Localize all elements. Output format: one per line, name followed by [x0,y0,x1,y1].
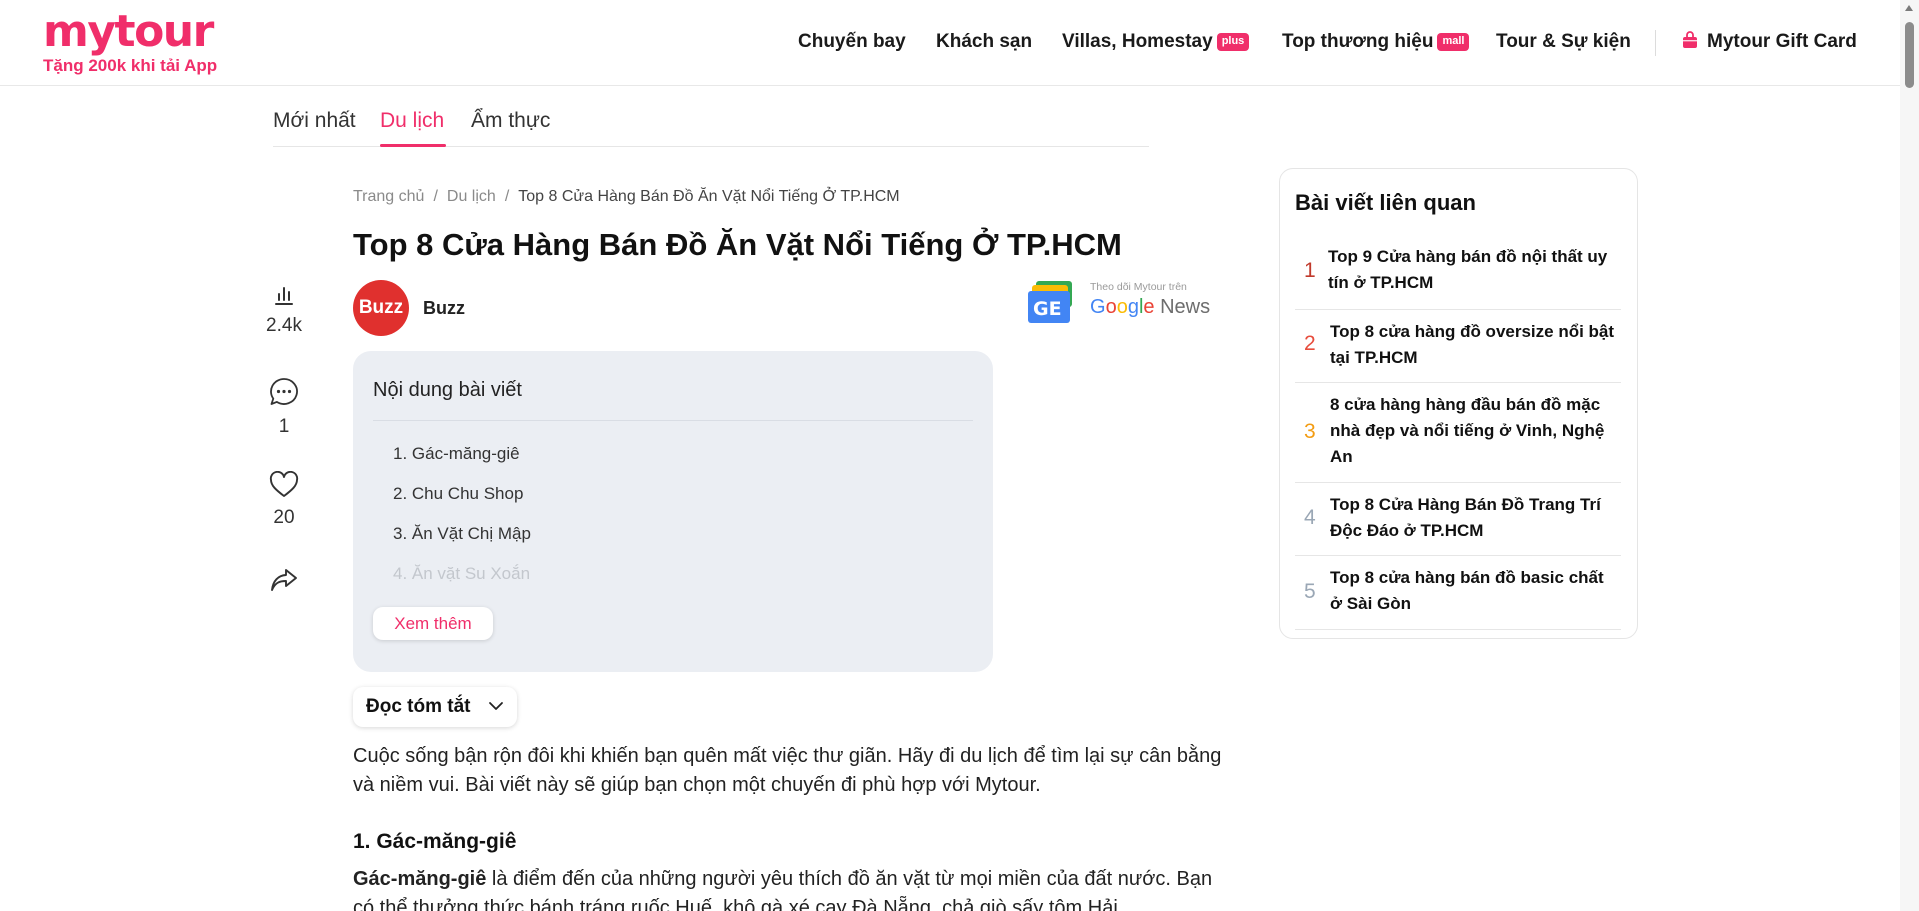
tab-food[interactable]: Ẩm thực [471,107,550,135]
nav-gift-card[interactable]: Mytour Gift Card [1681,28,1857,56]
scroll-up-arrow-icon[interactable] [1905,5,1913,11]
page-scrollbar[interactable] [1900,0,1919,911]
author-name[interactable]: Buzz [423,296,465,320]
google-news-follow[interactable]: GE Theo dõi Mytour trên Google News [1026,279,1210,327]
related-rank: 1 [1304,259,1316,282]
share-icon [271,569,297,591]
related-link[interactable]: 8 cửa hàng hàng đầu bán đồ mặc nhà đẹp v… [1330,392,1620,470]
nav-divider [1655,30,1656,56]
related-item[interactable]: 1 Top 9 Cửa hàng bán đồ nội thất uy tín … [1295,237,1621,310]
chevron-down-icon [489,702,503,710]
related-articles-panel: Bài viết liên quan 1 Top 9 Cửa hàng bán … [1279,168,1638,639]
breadcrumb: Trang chủ / Du lịch / Top 8 Cửa Hàng Bán Đồ … [353,188,900,205]
see-more-button[interactable]: Xem thêm [373,607,493,640]
related-rank: 3 [1304,420,1316,443]
read-summary-label: Đọc tóm tắt [366,696,471,717]
category-tabs: Mới nhất Du lịch Ẩm thực [273,104,1149,147]
related-link[interactable]: Top 8 cửa hàng bán đồ basic chất ở Sài G… [1330,565,1620,617]
scroll-thumb[interactable] [1905,22,1914,88]
toc-item[interactable]: 2. Chu Chu Shop [393,483,523,505]
comment-button[interactable]: 1 [256,376,312,439]
google-news-icon: GE [1028,281,1072,323]
toc-title: Nội dung bài viết [373,379,522,401]
nav-villas[interactable]: Villas, Homestay plus [1062,28,1250,56]
nav-flights[interactable]: Chuyến bay [798,28,906,56]
table-of-contents: Nội dung bài viết 1. Gác-măng-giê 2. Chu… [353,351,993,672]
plus-badge: plus [1216,33,1250,51]
comments-count: 1 [278,416,290,437]
related-link[interactable]: Top 8 cửa hàng đồ oversize nổi bật tại T… [1330,319,1620,371]
bar-chart-icon [275,287,293,305]
section-heading: 1. Gác-măng-giê [353,830,517,853]
nav-hotels[interactable]: Khách sạn [936,28,1032,56]
toc-divider [373,420,973,421]
heart-icon [269,470,299,497]
google-news-caption: Theo dõi Mytour trên [1090,281,1187,293]
google-news-label: Google News [1090,296,1211,318]
related-link[interactable]: Top 8 Cửa Hàng Bán Đồ Trang Trí Độc Đáo … [1330,492,1620,544]
logo[interactable]: mytour Tặng 200k khi tải App [43,8,217,76]
related-link[interactable]: Top 9 Cửa hàng bán đồ nội thất uy tín ở … [1328,244,1618,296]
gift-bag-icon [1683,31,1697,48]
toc-item[interactable]: 3. Ăn Vặt Chị Mập [393,523,531,545]
related-rank: 4 [1304,506,1316,529]
related-rank: 2 [1304,332,1316,355]
related-item[interactable]: 4 Top 8 Cửa Hàng Bán Đồ Trang Trí Độc Đá… [1295,483,1621,556]
nav-tour-events[interactable]: Tour & Sự kiện [1496,28,1631,56]
article-title: Top 8 Cửa Hàng Bán Đồ Ăn Vặt Nổi Tiếng Ở… [353,227,1122,262]
section-paragraph: Gác-măng-giê là điểm đến của những người… [353,865,1223,911]
share-button[interactable] [256,567,312,598]
nav-top-brands[interactable]: Top thương hiệu mall [1282,28,1470,56]
related-item[interactable]: 3 8 cửa hàng hàng đầu bán đồ mặc nhà đẹp… [1295,383,1621,483]
related-item[interactable]: 2 Top 8 cửa hàng đồ oversize nổi bật tại… [1295,310,1621,383]
views-counter: 2.4k [256,283,312,338]
views-count: 2.4k [266,315,302,336]
svg-text:GE: GE [1033,298,1062,320]
related-title: Bài viết liên quan [1295,190,1476,215]
tab-latest[interactable]: Mới nhất [273,107,356,135]
site-header: mytour Tặng 200k khi tải App Chuyến bay … [0,0,1900,86]
comment-icon [270,378,298,405]
mall-badge: mall [1437,33,1470,51]
breadcrumb-current: Top 8 Cửa Hàng Bán Đồ Ăn Vặt Nổi Tiếng Ở… [518,188,900,205]
toc-item[interactable]: 1. Gác-măng-giê [393,443,520,465]
breadcrumb-home[interactable]: Trang chủ [353,188,424,205]
logo-wordmark: mytour [43,6,214,57]
active-tab-indicator [380,144,446,147]
toc-item[interactable]: 4. Ăn vặt Su Xoắn [393,563,530,585]
section-bold-term: Gác-măng-giê [353,868,487,890]
article-intro: Cuộc sống bận rộn đôi khi khiến bạn quên… [353,745,1222,796]
related-rank: 5 [1304,580,1316,603]
breadcrumb-section[interactable]: Du lịch [447,188,496,205]
like-button[interactable]: 20 [256,470,312,530]
author-avatar[interactable]: Buzz [353,280,409,336]
likes-count: 20 [273,507,295,528]
related-item[interactable]: 5 Top 8 cửa hàng bán đồ basic chất ở Sài… [1295,556,1621,630]
read-summary-button[interactable]: Đọc tóm tắt [353,687,517,727]
logo-tagline: Tặng 200k khi tải App [43,56,218,75]
tab-travel[interactable]: Du lịch [380,107,444,135]
